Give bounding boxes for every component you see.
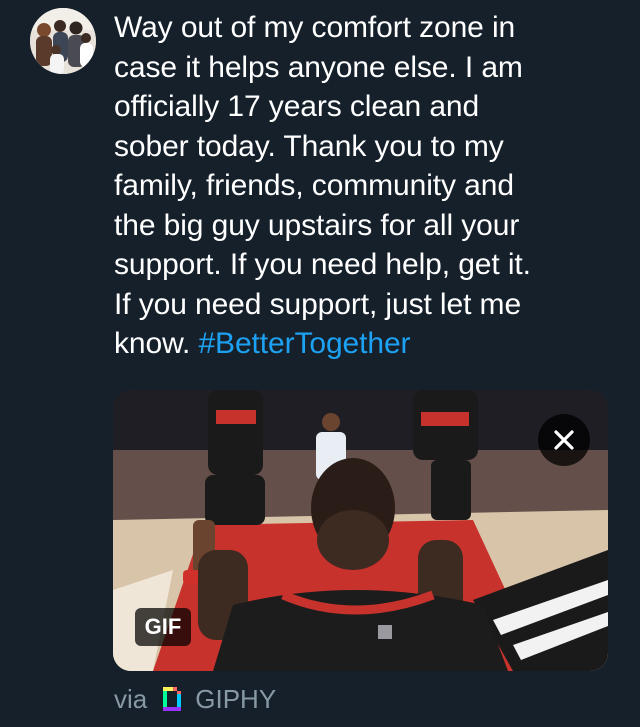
tweet-line: case it helps anyone else. I am: [114, 50, 523, 84]
gif-media[interactable]: GIF: [113, 390, 608, 671]
tweet-line: support. If you need help, get it.: [114, 248, 531, 281]
tweet-line-text: know.: [114, 327, 199, 360]
giphy-link[interactable]: GIPHY: [195, 684, 276, 715]
tweet-line: officially 17 years clean and: [114, 90, 480, 123]
tweet-screen: Way out of my comfort zone in case it he…: [0, 0, 640, 727]
via-label: via: [114, 683, 148, 714]
tweet-line: If you need support, just let me: [114, 287, 522, 321]
gif-badge: GIF: [135, 608, 191, 646]
tweet-text: Way out of my comfort zone in case it he…: [114, 8, 624, 364]
family-photo: [30, 8, 96, 74]
close-media-button[interactable]: [538, 414, 590, 466]
close-icon: [554, 430, 574, 450]
tweet-line: family, friends, community and: [114, 169, 514, 202]
tweet-line: sober today. Thank you to my: [114, 129, 504, 163]
tweet-line: Way out of my comfort zone in: [114, 11, 516, 44]
hashtag-link[interactable]: #BetterTogether: [198, 327, 410, 360]
tweet-line: the big guy upstairs for all your: [114, 208, 520, 242]
avatar[interactable]: [30, 8, 96, 74]
attribution-row: via GIPHY: [114, 680, 276, 718]
giphy-icon: [163, 687, 182, 711]
tweet-line-last: know. #BetterTogether: [114, 324, 624, 364]
